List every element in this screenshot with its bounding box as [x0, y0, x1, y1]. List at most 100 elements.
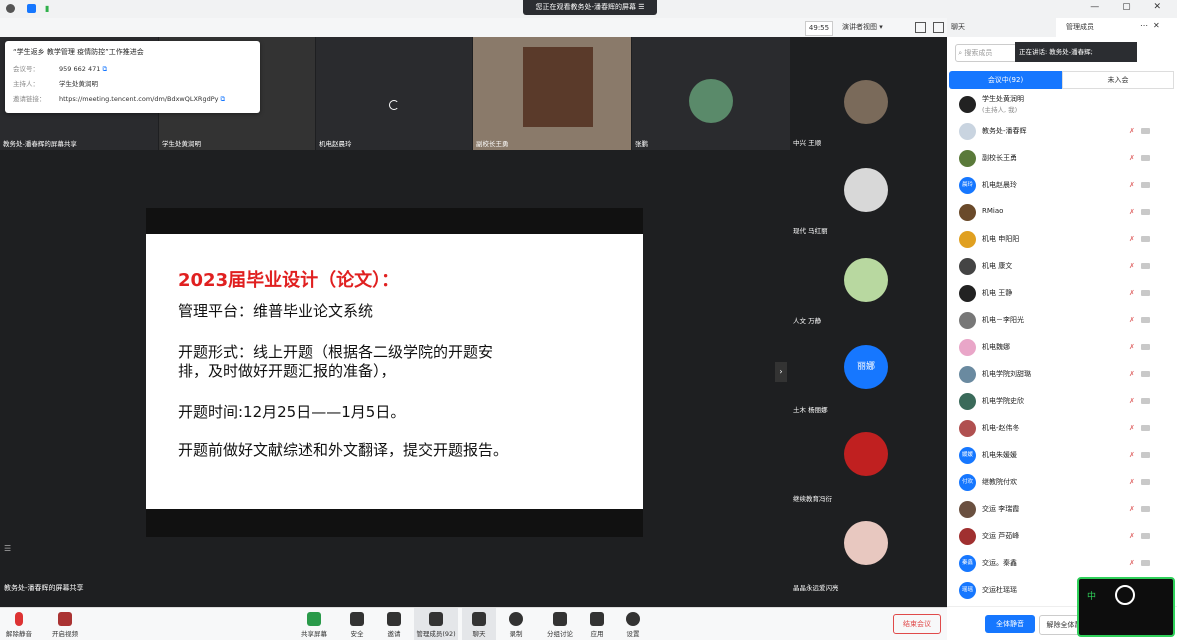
mic-muted-icon[interactable]: ✗: [1129, 262, 1136, 270]
copy-icon[interactable]: ⧉: [102, 65, 107, 73]
window-controls[interactable]: — ▢ ✕: [1090, 2, 1171, 12]
breakout-button[interactable]: 分组讨论: [543, 608, 577, 640]
video-tile[interactable]: 晶晶永远爱闪亮: [790, 507, 947, 595]
floating-mini-window[interactable]: 中: [1077, 577, 1175, 637]
member-row[interactable]: 学生处黄润明 (主持人, 我): [947, 91, 1177, 118]
search-input[interactable]: ⌕ 搜索成员: [955, 44, 1017, 62]
camera-off-icon[interactable]: [1141, 533, 1150, 539]
member-row[interactable]: 副校长王勇 ✗: [947, 145, 1177, 172]
mic-muted-icon[interactable]: ✗: [1129, 478, 1136, 486]
camera-off-icon[interactable]: [1141, 317, 1150, 323]
meeting-info-card: “学生返乡 教学管理 疫情防控”工作推进会 会议号： 959 662 471 ⧉ …: [5, 41, 260, 113]
list-icon[interactable]: ☰: [4, 544, 18, 556]
speaker-view-dropdown[interactable]: 演讲者视图 ▾: [842, 21, 883, 34]
mic-muted-icon[interactable]: ✗: [1129, 343, 1136, 351]
camera-off-icon[interactable]: [1141, 209, 1150, 215]
member-row[interactable]: 机电 康文 ✗: [947, 253, 1177, 280]
record-button[interactable]: 录制: [499, 608, 533, 640]
security-shield-icon[interactable]: [27, 4, 36, 13]
avatar: [959, 258, 976, 275]
video-tile[interactable]: 人文 万静: [790, 240, 947, 328]
copy-icon[interactable]: ⧉: [221, 95, 226, 103]
video-tile[interactable]: 中兴 王顺: [790, 62, 947, 150]
share-screen-button[interactable]: 共享屏幕: [297, 608, 331, 640]
member-row[interactable]: 交运 芦茹峰 ✗: [947, 523, 1177, 550]
mic-muted-icon[interactable]: ✗: [1129, 154, 1136, 162]
video-thumb[interactable]: 机电赵晨玲: [316, 37, 472, 150]
apps-button[interactable]: 应用: [580, 608, 614, 640]
expand-chevron-icon[interactable]: ›: [775, 362, 787, 382]
member-row[interactable]: 机电-赵伟冬 ✗: [947, 415, 1177, 442]
close-icon[interactable]: ✕: [1153, 21, 1160, 30]
mic-muted-icon[interactable]: ✗: [1129, 532, 1136, 540]
mic-muted-icon[interactable]: ✗: [1129, 316, 1136, 324]
video-thumb[interactable]: 张鹏: [632, 37, 790, 150]
tab-chat[interactable]: 聊天: [951, 22, 965, 32]
camera-off-icon[interactable]: [1141, 290, 1150, 296]
mic-muted-icon[interactable]: ✗: [1129, 235, 1136, 243]
mic-muted-icon[interactable]: ✗: [1129, 289, 1136, 297]
camera-off-icon[interactable]: [1141, 398, 1150, 404]
member-row[interactable]: 秦鑫 交运。秦鑫 ✗: [947, 550, 1177, 577]
chat-button[interactable]: 聊天: [462, 608, 496, 640]
video-tile[interactable]: 现代 马红丽: [790, 150, 947, 238]
member-row[interactable]: 机电魏娜 ✗: [947, 334, 1177, 361]
settings-button[interactable]: 设置: [616, 608, 650, 640]
member-row[interactable]: 机电 王静 ✗: [947, 280, 1177, 307]
camera-off-icon[interactable]: [1141, 479, 1150, 485]
mic-muted-icon[interactable]: ✗: [1129, 127, 1136, 135]
signal-icon[interactable]: ▮: [45, 4, 54, 13]
camera-off-icon[interactable]: [1141, 425, 1150, 431]
manage-members-button[interactable]: 管理成员(92): [414, 608, 458, 640]
camera-off-icon[interactable]: [1141, 263, 1150, 269]
mic-muted-icon[interactable]: ✗: [1129, 424, 1136, 432]
camera-off-icon[interactable]: [1141, 182, 1150, 188]
info-icon[interactable]: [6, 4, 15, 13]
video-thumb[interactable]: 副校长王勇: [473, 37, 631, 150]
share-banner[interactable]: 您正在观看教务处-潘春辉的屏幕 ☰: [523, 0, 657, 15]
camera-off-icon[interactable]: [1141, 236, 1150, 242]
member-row[interactable]: 机电－李阳光 ✗: [947, 307, 1177, 334]
mic-muted-icon[interactable]: ✗: [1129, 208, 1136, 216]
avatar: 媛媛: [959, 447, 976, 464]
camera-off-icon[interactable]: [1141, 128, 1150, 134]
start-video-button[interactable]: 开启视频: [48, 608, 82, 640]
member-row[interactable]: RMiao ✗: [947, 199, 1177, 226]
fullscreen-icon[interactable]: [915, 22, 926, 33]
camera-off-icon[interactable]: [1141, 344, 1150, 350]
camera-off-icon[interactable]: [1141, 371, 1150, 377]
mute-all-button[interactable]: 全体静音: [985, 615, 1035, 633]
video-tile[interactable]: 继续教育冯衍: [790, 418, 947, 506]
member-row[interactable]: 晨玲 机电赵晨玲 ✗: [947, 172, 1177, 199]
mic-muted-icon[interactable]: ✗: [1129, 505, 1136, 513]
view-options-icon[interactable]: ☰: [638, 3, 644, 11]
more-icon[interactable]: ⋯: [1140, 21, 1148, 30]
invite-link[interactable]: https://meeting.tencent.com/dm/BdxwQLXRg…: [59, 95, 218, 103]
member-row[interactable]: 付欢 继教院付欢 ✗: [947, 469, 1177, 496]
member-name: 继教院付欢: [982, 478, 1017, 486]
member-row[interactable]: 机电学院史欣 ✗: [947, 388, 1177, 415]
mic-muted-icon[interactable]: ✗: [1129, 451, 1136, 459]
end-meeting-button[interactable]: 结束会议: [893, 614, 941, 634]
member-row[interactable]: 媛媛 机电朱媛媛 ✗: [947, 442, 1177, 469]
member-row[interactable]: 教务处-潘春辉 ✗: [947, 118, 1177, 145]
invite-button[interactable]: 邀请: [377, 608, 411, 640]
layout-icon[interactable]: [933, 22, 944, 33]
camera-off-icon[interactable]: [1141, 155, 1150, 161]
camera-off-icon[interactable]: [1141, 560, 1150, 566]
tab-not-joined[interactable]: 未入会: [1062, 71, 1174, 89]
security-button[interactable]: 安全: [340, 608, 374, 640]
camera-off-icon[interactable]: [1141, 452, 1150, 458]
mic-muted-icon[interactable]: ✗: [1129, 370, 1136, 378]
button-label: 应用: [590, 630, 604, 638]
camera-off-icon[interactable]: [1141, 506, 1150, 512]
member-row[interactable]: 机电 申阳阳 ✗: [947, 226, 1177, 253]
mic-muted-icon[interactable]: ✗: [1129, 397, 1136, 405]
video-tile[interactable]: 丽娜 土木 杨丽娜: [790, 329, 947, 417]
member-row[interactable]: 交运 李瑞霞 ✗: [947, 496, 1177, 523]
tab-in-meeting[interactable]: 会议中(92): [949, 71, 1062, 89]
mic-muted-icon[interactable]: ✗: [1129, 559, 1136, 567]
unmute-button[interactable]: 解除静音: [2, 608, 36, 640]
member-row[interactable]: 机电学院刘甜璐 ✗: [947, 361, 1177, 388]
mic-muted-icon[interactable]: ✗: [1129, 181, 1136, 189]
